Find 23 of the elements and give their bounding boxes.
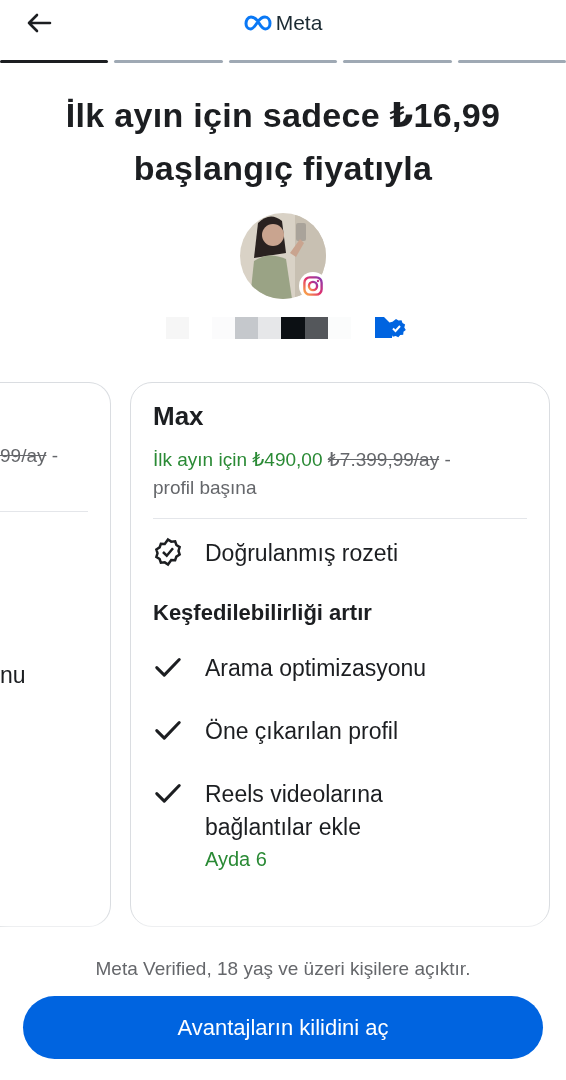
old-price: ₺7.399,99/ay xyxy=(327,449,440,470)
old-price: 99/ay xyxy=(0,445,47,466)
price-dash: - xyxy=(444,449,451,470)
back-arrow-icon xyxy=(26,13,52,33)
section-heading: Keşfedilebilirliği artır xyxy=(153,600,373,626)
price-dash: - xyxy=(51,445,59,466)
intro-price: İlk ayın için ₺490,00 xyxy=(153,449,323,470)
plan-card[interactable]: 99/ay - nu xyxy=(0,382,111,927)
price-unit: profil başına xyxy=(153,476,258,500)
verified-badge-icon xyxy=(153,537,183,567)
feature-label: Arama optimizasyonu xyxy=(205,654,427,683)
plan-name: Max xyxy=(153,401,205,432)
unlock-button[interactable]: Avantajların kilidini aç xyxy=(23,996,543,1059)
feature-label: Doğrulanmış rozeti xyxy=(205,539,399,568)
feature-label: Öne çıkarılan profil xyxy=(205,717,399,746)
eligibility-note: Meta Verified, 18 yaş ve üzeri kişilere açıktır. xyxy=(95,958,471,980)
feature-note: Ayda 6 xyxy=(205,848,268,871)
headline: İlk ayın için sadece ₺16,99 başlangıç fiyatıyla xyxy=(64,95,502,189)
plan-card[interactable]: Max İlk ayın için ₺490,00 ₺7.399,99/ay - profil başına Doğrulanmış rozeti Keşfedilebilirliği artır Arama optimizasyonu Öne çıkarılan profil Reels videolarına bağlantılar ekle Ayda 6 xyxy=(130,382,550,927)
brand-name: Meta xyxy=(275,11,323,35)
feature-label: nu xyxy=(0,662,27,689)
infinity-logo-icon xyxy=(243,15,272,31)
feature-label: Reels videolarına bağlantılar ekle xyxy=(205,780,384,842)
